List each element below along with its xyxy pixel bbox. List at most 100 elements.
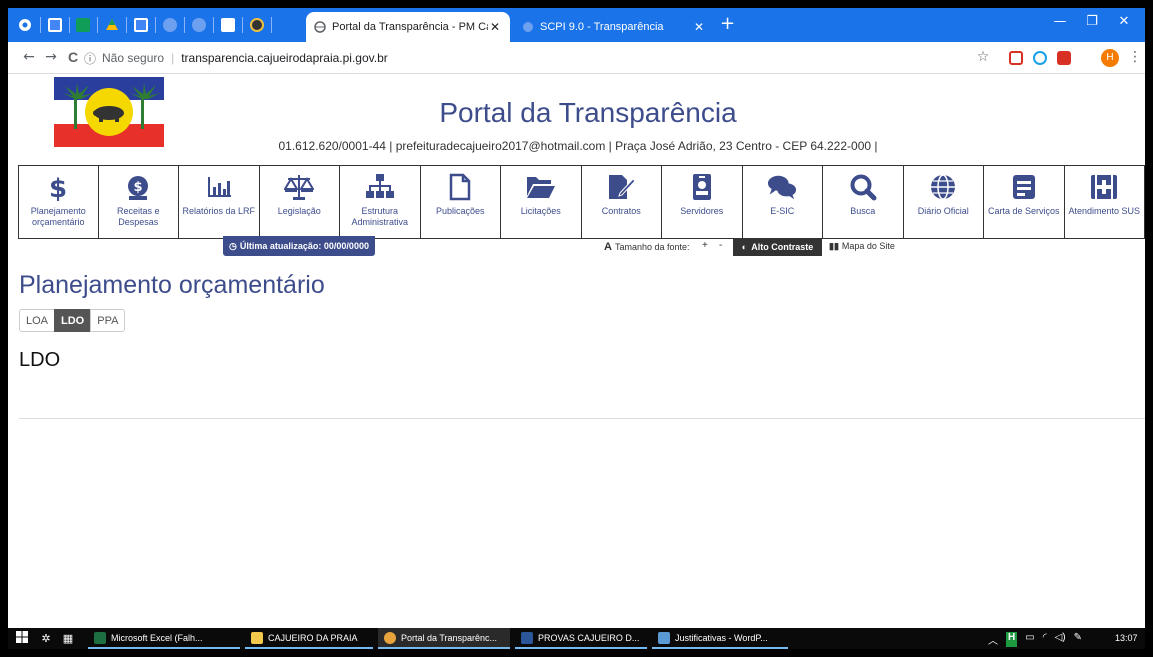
url-field[interactable]: ⓘ Não seguro | transparencia.cajueirodap…	[84, 48, 974, 68]
taskbar-app-label: PROVAS CAJUEIRO D...	[538, 632, 640, 643]
close-tab-icon[interactable]: ✕	[692, 20, 706, 34]
font-decrease-button[interactable]: -	[719, 240, 722, 251]
reload-button[interactable]: C	[64, 49, 82, 65]
tab-portal[interactable]: Portal da Transparência - PM Caj ✕	[306, 12, 510, 42]
back-button[interactable]: ←	[20, 49, 38, 65]
taskbar-app-label: Microsoft Excel (Falh...	[111, 632, 203, 643]
windows-taskbar: ✲ ▦ Microsoft Excel (Falh... CAJUEIRO DA…	[8, 628, 1145, 649]
menu-item-planejamento[interactable]: $ Planejamento orçamentário	[18, 166, 99, 238]
menu-item-carta[interactable]: Carta de Serviços	[984, 166, 1065, 238]
menu-item-licitacoes[interactable]: Licitações	[501, 166, 582, 238]
drive-icon[interactable]	[103, 16, 121, 34]
menu-item-contratos[interactable]: Contratos	[582, 166, 662, 238]
municipal-flag-logo	[54, 77, 164, 147]
font-increase-button[interactable]: +	[702, 240, 708, 251]
windows-start-icon[interactable]	[14, 631, 30, 646]
chrome-icon[interactable]	[16, 16, 34, 34]
page-title: Planejamento orçamentário	[19, 271, 325, 299]
menu-item-busca[interactable]: Busca	[823, 166, 904, 238]
menu-item-servidores[interactable]: Servidores	[662, 166, 743, 238]
close-tab-icon[interactable]: ✕	[488, 20, 502, 34]
taskbar-clock[interactable]: 13:07	[1115, 633, 1138, 643]
system-tray: ︿ H ▭ ◜ ◁) ✎	[988, 632, 1082, 647]
menu-label: Busca	[850, 206, 876, 216]
folder-open-icon	[526, 172, 556, 202]
url-divider: |	[171, 51, 175, 65]
sitemap-link[interactable]: ▮▮ Mapa do Site	[829, 241, 895, 252]
globe-icon	[928, 172, 958, 202]
org-chart-icon	[365, 172, 395, 202]
menu-item-diario[interactable]: Diário Oficial	[904, 166, 984, 238]
tab-loa[interactable]: LOA	[19, 309, 56, 332]
battery-icon[interactable]: ▭	[1025, 632, 1034, 647]
video-extension-icon[interactable]	[1057, 51, 1071, 65]
taskbar-app-wordpad[interactable]: Justificativas - WordP...	[652, 628, 788, 649]
portal-title: Portal da Transparência	[439, 97, 737, 128]
tab-ppa[interactable]: PPA	[90, 309, 126, 332]
menu-item-estrutura[interactable]: Estrutura Administrativa	[340, 166, 421, 238]
extension-icon[interactable]	[1033, 51, 1047, 65]
contact-info: 01.612.620/0001-44 | prefeituradecajueir…	[278, 139, 878, 153]
maximize-button[interactable]: ❐	[1077, 14, 1107, 29]
tab-scpi[interactable]: SCPI 9.0 - Transparência ✕	[514, 12, 714, 42]
taskbar-app-label: CAJUEIRO DA PRAIA	[268, 632, 358, 643]
taskbar-app-word[interactable]: PROVAS CAJUEIRO D...	[515, 628, 647, 649]
taskbar-app-chrome[interactable]: Portal da Transparênc...	[378, 628, 510, 649]
profile-avatar[interactable]: H	[1101, 49, 1119, 67]
close-window-button[interactable]: ✕	[1109, 14, 1139, 29]
menu-label: Licitações	[520, 206, 561, 216]
bookmark-star-icon[interactable]: ☆	[974, 49, 992, 65]
menu-label: Publicações	[435, 206, 485, 216]
last-update-badge: ◷ Última atualização: 00/00/0000	[223, 236, 375, 256]
taskbar-app-label: Portal da Transparênc...	[401, 632, 498, 643]
comments-icon	[767, 172, 797, 202]
image-icon[interactable]	[219, 16, 237, 34]
settings-gear-icon[interactable]: ✲	[38, 631, 54, 646]
taskbar-app-excel[interactable]: Microsoft Excel (Falh...	[88, 628, 240, 649]
menu-label: Receitas e Despesas	[116, 206, 160, 227]
bar-chart-icon	[204, 172, 234, 202]
coin-icon[interactable]	[248, 16, 266, 34]
taskbar-app-folder[interactable]: CAJUEIRO DA PRAIA	[245, 628, 373, 649]
site-icon-1[interactable]	[161, 16, 179, 34]
docs-icon[interactable]	[46, 16, 64, 34]
pen-icon[interactable]: ✎	[1074, 632, 1082, 647]
menu-label: Diário Oficial	[917, 206, 969, 216]
url-text: transparencia.cajueirodapraia.pi.gov.br	[181, 51, 388, 65]
menu-item-sus[interactable]: Atendimento SUS	[1065, 166, 1145, 238]
pocket-extension-icon[interactable]	[1009, 51, 1023, 65]
menu-item-legislacao[interactable]: Legislação	[260, 166, 340, 238]
app-tray-icon[interactable]: H	[1006, 632, 1018, 647]
font-size-icon: A	[604, 241, 612, 253]
docs-icon-2[interactable]	[132, 16, 150, 34]
menu-label: Carta de Serviços	[987, 206, 1060, 216]
last-update-text: Última atualização: 00/00/0000	[239, 241, 369, 251]
tab-ldo[interactable]: LDO	[54, 309, 92, 332]
site-icon-2[interactable]	[190, 16, 208, 34]
menu-item-publicacoes[interactable]: Publicações	[421, 166, 501, 238]
menu-item-esic[interactable]: E-SIC	[743, 166, 823, 238]
sheets-icon[interactable]	[74, 16, 92, 34]
info-icon[interactable]: ⓘ	[84, 50, 96, 67]
chevron-up-icon[interactable]: ︿	[988, 632, 998, 647]
chrome-icon	[384, 631, 396, 644]
menu-label: Servidores	[680, 206, 724, 216]
menu-item-relatorios[interactable]: Relatórios da LRF	[179, 166, 260, 238]
plan-tab-group: LOA LDO PPA	[19, 309, 126, 332]
money-bag-icon: $	[123, 172, 153, 202]
browser-window: Portal da Transparência - PM Caj ✕ SCPI …	[8, 8, 1145, 649]
font-size-label: Tamanho da fonte:	[614, 242, 690, 252]
high-contrast-button[interactable]: ◐ Alto Contraste	[733, 238, 822, 256]
calculator-icon[interactable]: ▦	[60, 631, 76, 646]
menu-item-receitas[interactable]: $ Receitas e Despesas	[99, 166, 179, 238]
sitemap-label: Mapa do Site	[841, 241, 895, 251]
minimize-button[interactable]: —	[1045, 14, 1075, 29]
new-tab-button[interactable]: +	[720, 15, 735, 33]
volume-icon[interactable]: ◁)	[1055, 632, 1066, 647]
file-signature-icon	[606, 172, 636, 202]
browser-menu-icon[interactable]: ⋮	[1126, 49, 1144, 65]
wifi-icon[interactable]: ◜	[1043, 632, 1047, 647]
menu-label: Relatórios da LRF	[182, 206, 256, 216]
forward-button[interactable]: →	[42, 49, 60, 65]
menu-label: Legislação	[277, 206, 321, 216]
